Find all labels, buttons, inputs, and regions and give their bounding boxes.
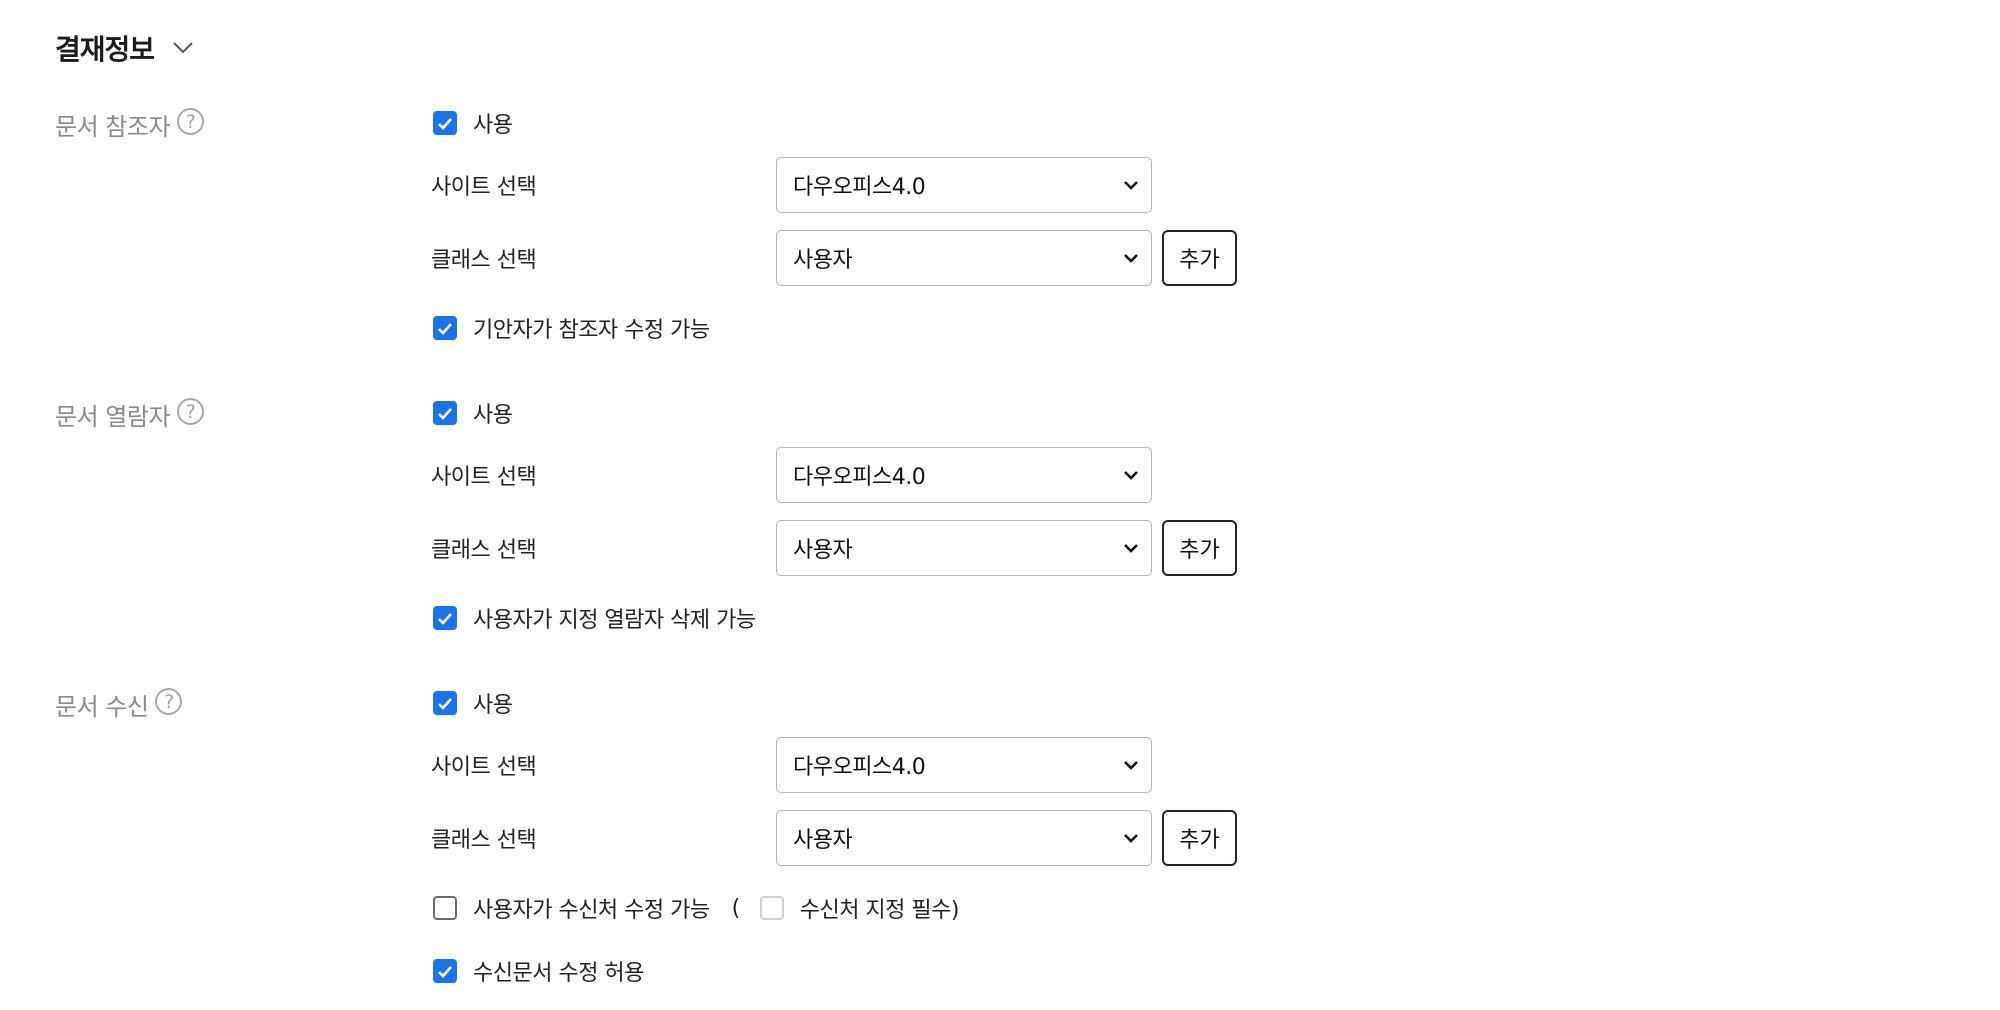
chevron-down-icon (1124, 761, 1138, 770)
reference-class-label: 클래스 선택 (431, 248, 537, 273)
chevron-down-icon (1124, 834, 1138, 843)
checkbox-checked-icon[interactable] (433, 111, 457, 135)
viewer-option-checkbox-row[interactable]: 사용자가 지정 열람자 삭제 가능 (433, 602, 756, 634)
receive-option2-checkbox-row[interactable]: 수신문서 수정 허용 (433, 955, 644, 987)
viewer-class-label: 클래스 선택 (431, 538, 537, 563)
chevron-down-icon (1124, 471, 1138, 480)
reference-site-select[interactable]: 다우오피스4.0 (776, 157, 1152, 213)
reference-site-label: 사이트 선택 (431, 175, 537, 200)
reference-class-select[interactable]: 사용자 (776, 230, 1152, 286)
reference-use-checkbox-row[interactable]: 사용 (433, 107, 513, 139)
receive-site-label: 사이트 선택 (431, 755, 537, 780)
receive-class-select[interactable]: 사용자 (776, 810, 1152, 866)
receive-use-checkbox-row[interactable]: 사용 (433, 687, 513, 719)
help-icon[interactable]: ? (155, 688, 183, 715)
help-icon[interactable]: ? (177, 108, 205, 135)
section-label-reference: 문서 참조자 ? (55, 107, 205, 142)
viewer-use-checkbox-row[interactable]: 사용 (433, 397, 513, 429)
viewer-add-button[interactable]: 추가 (1162, 520, 1237, 576)
chevron-down-icon (1124, 544, 1138, 553)
chevron-down-icon (1124, 181, 1138, 190)
reference-option-checkbox-row[interactable]: 기안자가 참조자 수정 가능 (433, 312, 710, 344)
receive-class-label: 클래스 선택 (431, 828, 537, 853)
reference-add-button[interactable]: 추가 (1162, 230, 1237, 286)
viewer-site-select[interactable]: 다우오피스4.0 (776, 447, 1152, 503)
section-title[interactable]: 결재정보 (55, 28, 194, 68)
receive-option-checkbox-row[interactable]: 사용자가 수신처 수정 가능 ( 수신처 지정 필수) (433, 892, 959, 924)
page-title: 결재정보 (55, 33, 155, 66)
checkbox-unchecked-icon[interactable] (433, 896, 457, 920)
viewer-site-label: 사이트 선택 (431, 465, 537, 490)
receive-add-button[interactable]: 추가 (1162, 810, 1237, 866)
section-label-receive: 문서 수신 ? (55, 687, 183, 722)
receive-site-select[interactable]: 다우오피스4.0 (776, 737, 1152, 793)
checkbox-disabled-icon (759, 896, 784, 920)
checkbox-checked-icon[interactable] (433, 401, 457, 425)
checkbox-checked-icon[interactable] (433, 959, 457, 983)
chevron-down-icon[interactable] (172, 41, 194, 55)
help-icon[interactable]: ? (177, 398, 205, 425)
viewer-class-select[interactable]: 사용자 (776, 520, 1152, 576)
checkbox-checked-icon[interactable] (433, 316, 457, 340)
checkbox-checked-icon[interactable] (433, 691, 457, 715)
chevron-down-icon (1124, 254, 1138, 263)
checkbox-checked-icon[interactable] (433, 606, 457, 630)
section-label-viewer: 문서 열람자 ? (55, 397, 205, 432)
